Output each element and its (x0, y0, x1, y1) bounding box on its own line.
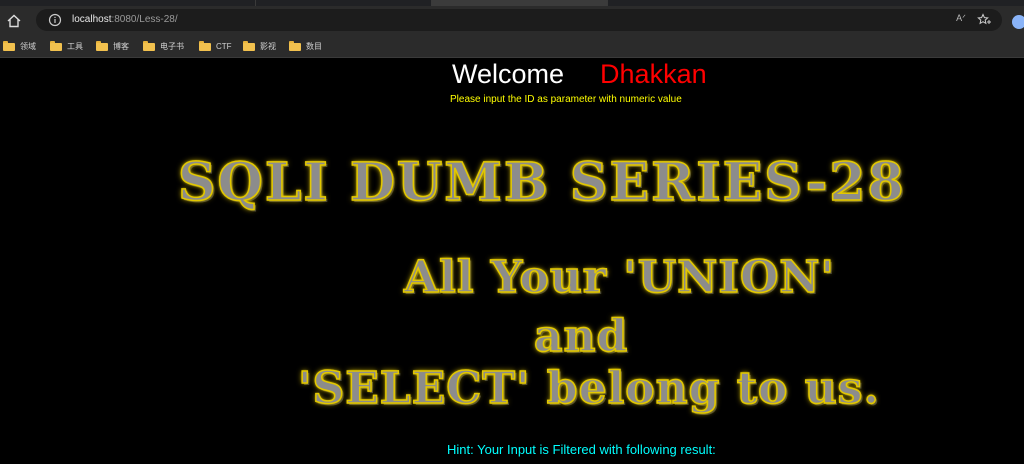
instruction-text: Please input the ID as parameter with nu… (450, 94, 682, 105)
folder-icon (96, 41, 108, 51)
bookmark-folder[interactable]: 工具 (50, 40, 83, 52)
folder-icon (289, 41, 301, 51)
filter-hint: Hint: Your Input is Filtered with follow… (447, 442, 716, 457)
welcome-text: Welcome (452, 59, 565, 89)
bookmarks-bar: 领域 工具 博客 电子书 CTF 影视 数目 (0, 35, 1024, 58)
folder-icon (243, 41, 255, 51)
banner-line-2: and (533, 310, 629, 363)
user-name: Dhakkan (600, 59, 707, 89)
profile-icon[interactable] (1012, 15, 1024, 29)
url-host: localhost (72, 14, 112, 25)
url-text[interactable]: localhost:8080/Less-28/ (72, 13, 178, 27)
url-path: :8080/Less-28/ (111, 14, 178, 25)
browser-toolbar: localhost:8080/Less-28/ Aᐟ (0, 6, 1024, 35)
bookmark-folder[interactable]: 影视 (243, 40, 276, 52)
folder-icon (143, 41, 155, 51)
favorite-icon[interactable] (976, 12, 992, 28)
bookmark-folder[interactable]: 数目 (289, 40, 322, 52)
banner-line-1: All Your 'UNION' (403, 251, 835, 304)
home-icon[interactable] (4, 11, 24, 31)
folder-icon (50, 41, 62, 51)
bookmark-folder[interactable]: 领域 (3, 40, 36, 52)
folder-icon (199, 41, 211, 51)
address-bar[interactable]: localhost:8080/Less-28/ Aᐟ (36, 9, 1002, 31)
bookmark-folder[interactable]: 电子书 (143, 40, 184, 52)
read-aloud-icon[interactable]: Aᐟ (956, 13, 966, 24)
series-title-banner: SQLI DUMB SERIES-28 (177, 151, 906, 214)
folder-icon (3, 41, 15, 51)
bookmark-folder[interactable]: 博客 (96, 40, 129, 52)
info-icon[interactable] (48, 13, 62, 27)
banner-line-3: 'SELECT' belong to us. (297, 362, 880, 415)
bookmark-folder[interactable]: CTF (199, 40, 232, 52)
welcome-heading: Welcome Dhakkan (452, 58, 707, 90)
